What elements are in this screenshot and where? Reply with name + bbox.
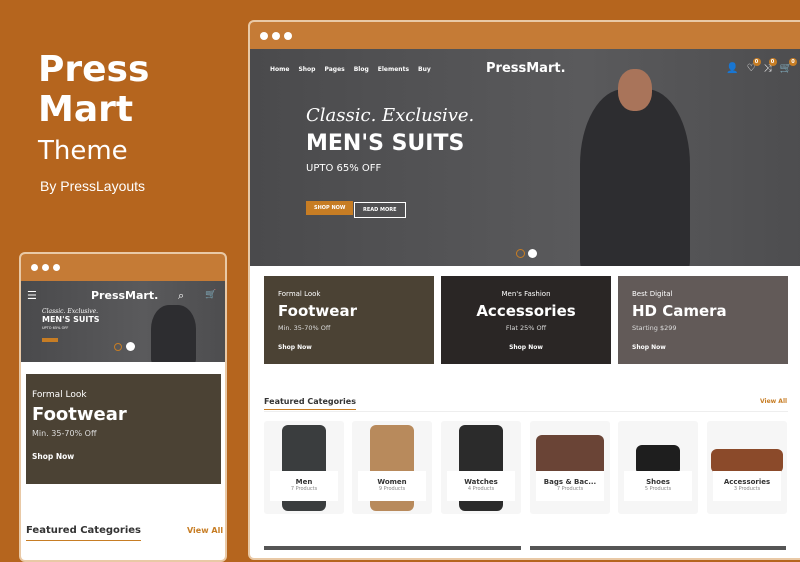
slider-dot-2[interactable] xyxy=(126,342,135,351)
promo-subtitle: Theme xyxy=(38,136,128,166)
hero-model-image xyxy=(580,89,690,266)
view-all-link[interactable]: View All xyxy=(187,526,223,535)
category-card-shoes[interactable]: Shoes 5 Products xyxy=(618,421,698,514)
slider-dot-1[interactable] xyxy=(516,249,525,258)
nav-buy[interactable]: Buy xyxy=(418,66,431,73)
user-icon[interactable]: 👤 xyxy=(726,63,738,74)
slider-dot-1[interactable] xyxy=(114,343,122,351)
read-more-button[interactable]: READ MORE xyxy=(354,202,406,218)
shop-now-link[interactable]: Shop Now xyxy=(455,344,597,351)
header-icons: 👤 ♡ 0 ⤨ 0 🛒 0 xyxy=(726,58,797,74)
category-card-women[interactable]: Women 9 Products xyxy=(352,421,432,514)
hero-offer: UPTO 65% OFF xyxy=(306,163,382,174)
shop-now-link[interactable]: Shop Now xyxy=(632,344,774,351)
mobile-banner-footwear[interactable]: Formal Look Footwear Min. 35-70% Off Sho… xyxy=(26,374,221,484)
category-card-watches[interactable]: Watches 4 Products xyxy=(441,421,521,514)
shop-now-link[interactable]: Shop Now xyxy=(32,452,215,461)
hero-slider: Home Shop Pages Blog Elements Buy PressM… xyxy=(250,49,800,266)
next-section-preview xyxy=(264,546,521,550)
menu-icon[interactable]: ☰ xyxy=(27,289,37,302)
shop-now-button[interactable] xyxy=(42,338,58,342)
mobile-logo[interactable]: PressMart. xyxy=(91,289,158,302)
main-nav: Home Shop Pages Blog Elements Buy xyxy=(270,66,431,73)
nav-elements[interactable]: Elements xyxy=(378,66,409,73)
cart-icon[interactable]: 🛒0 xyxy=(205,290,225,300)
hero-headline: MEN'S SUITS xyxy=(42,315,100,324)
hero-script: Classic. Exclusive. xyxy=(306,105,475,126)
slider-dot-2[interactable] xyxy=(528,249,537,258)
search-icon[interactable]: ⌕ xyxy=(178,289,184,303)
featured-title: Featured Categories xyxy=(264,397,356,410)
hero-offer: UPTO 65% OFF xyxy=(42,326,69,330)
hero-model-image xyxy=(151,305,196,362)
mobile-hero: ☰ PressMart. ⌕ 🛒0 Classic. Exclusive. ME… xyxy=(21,281,225,362)
shop-now-button[interactable]: SHOP NOW xyxy=(306,201,354,215)
category-card-bags[interactable]: Bags & Bac... 7 Products xyxy=(530,421,610,514)
banner-hd-camera[interactable]: Best Digital HD Camera Starting $299 Shop N… xyxy=(618,276,788,364)
cart-icon[interactable]: 🛒0 xyxy=(780,58,797,74)
hero-script: Classic. Exclusive. xyxy=(42,308,99,315)
compare-icon[interactable]: ⤨ 0 xyxy=(764,58,777,74)
mobile-window: ☰ PressMart. ⌕ 🛒0 Classic. Exclusive. ME… xyxy=(19,252,227,562)
shop-now-link[interactable]: Shop Now xyxy=(278,344,420,351)
window-titlebar xyxy=(250,22,800,49)
view-all-link[interactable]: View All xyxy=(760,398,787,405)
promo-title: Press Mart xyxy=(38,49,150,130)
window-titlebar xyxy=(21,254,225,281)
hero-model-head xyxy=(618,69,652,111)
divider xyxy=(264,411,788,412)
featured-title: Featured Categories xyxy=(26,525,141,541)
logo[interactable]: PressMart. xyxy=(486,61,566,76)
banner-accessories[interactable]: Men's Fashion Accessories Flat 25% Off Shop… xyxy=(441,276,611,364)
banner-footwear[interactable]: Formal Look Footwear Min. 35-70% Off Shop N… xyxy=(264,276,434,364)
promo-byline: By PressLayouts xyxy=(40,178,146,194)
next-section-preview xyxy=(530,546,786,550)
nav-home[interactable]: Home xyxy=(270,66,289,73)
nav-pages[interactable]: Pages xyxy=(324,66,344,73)
category-card-men[interactable]: Men 7 Products xyxy=(264,421,344,514)
hero-headline: MEN'S SUITS xyxy=(306,131,465,156)
wishlist-icon[interactable]: ♡ 0 xyxy=(747,58,761,74)
nav-blog[interactable]: Blog xyxy=(354,66,369,73)
category-card-accessories[interactable]: Accessories 3 Products xyxy=(707,421,787,514)
nav-shop[interactable]: Shop xyxy=(298,66,315,73)
